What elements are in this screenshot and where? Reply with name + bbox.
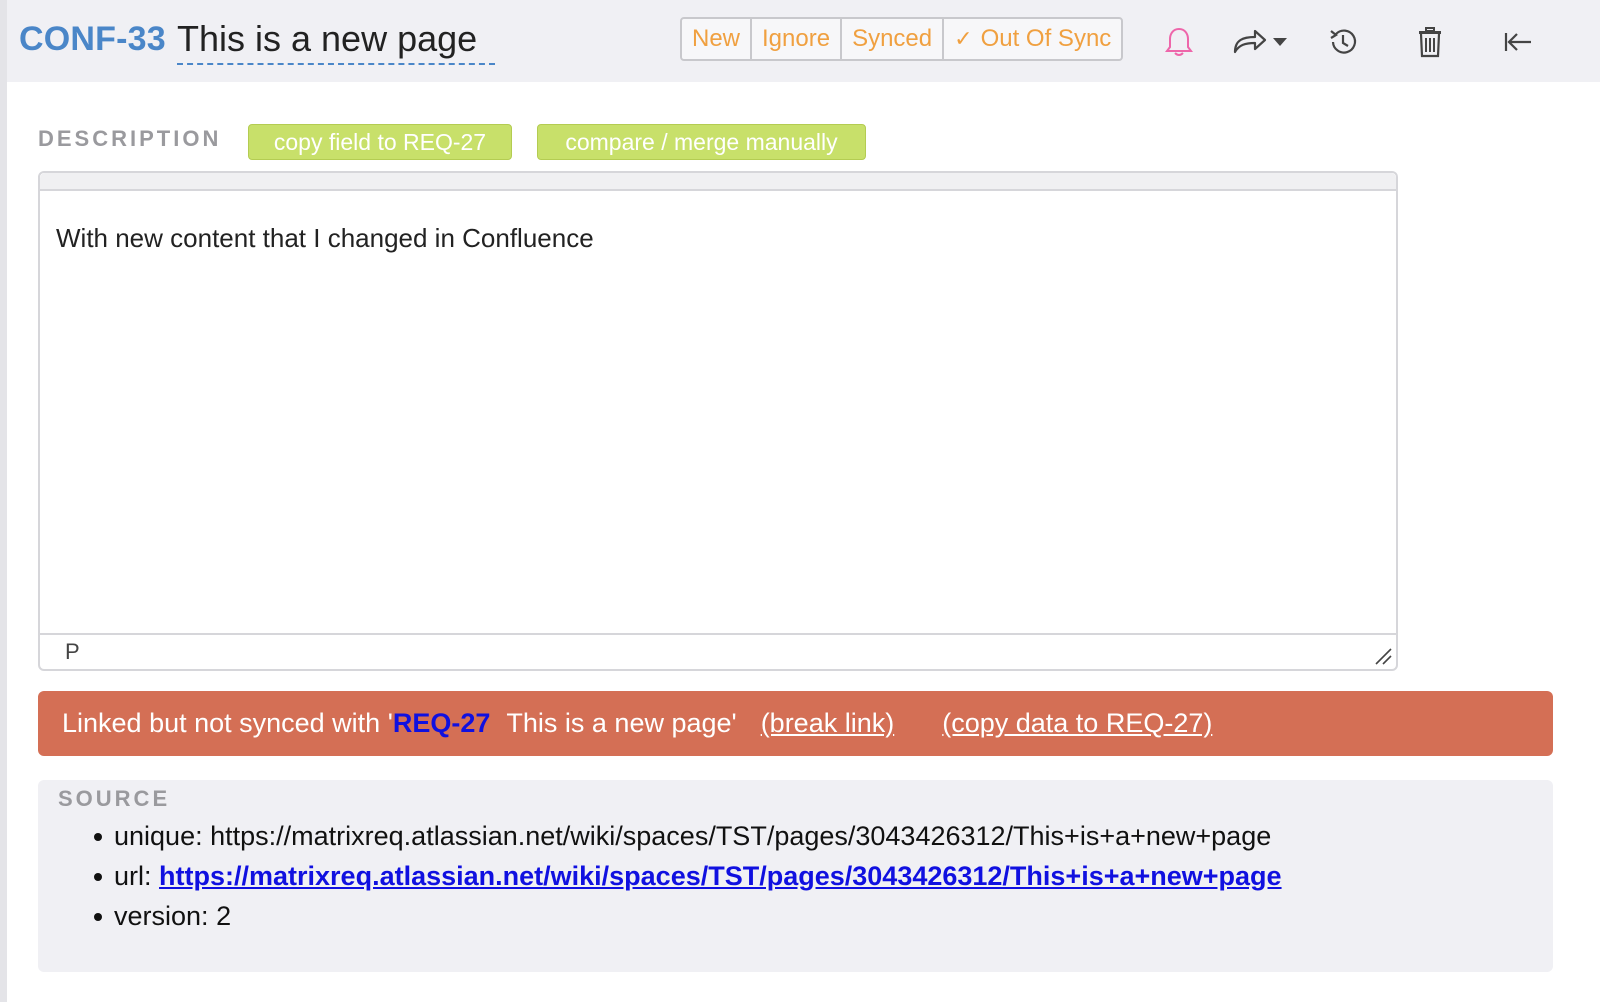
left-edge-rule xyxy=(0,0,7,1002)
sync-warning-banner: Linked but not synced with ' REQ-27 This… xyxy=(38,691,1553,756)
editor-toolbar xyxy=(40,173,1396,191)
break-link-link[interactable]: (break link) xyxy=(761,708,895,739)
editor-content[interactable]: With new content that I changed in Confl… xyxy=(56,223,1380,254)
item-id: CONF-33 xyxy=(19,20,166,58)
status-ignore-button[interactable]: Ignore xyxy=(752,19,843,59)
banner-req-title: This is a new page' xyxy=(506,708,737,738)
banner-prefix: Linked but not synced with ' xyxy=(62,708,393,738)
status-ignore-label: Ignore xyxy=(762,25,831,52)
compare-merge-button[interactable]: compare / merge manually xyxy=(537,124,866,160)
trash-icon[interactable] xyxy=(1410,22,1450,62)
check-icon: ✓ xyxy=(954,26,973,51)
status-out-of-sync-label: Out Of Sync xyxy=(980,25,1112,52)
status-out-of-sync-button[interactable]: ✓ Out Of Sync xyxy=(944,19,1121,59)
editor-element-path[interactable]: P xyxy=(65,639,80,665)
source-url-label: url: xyxy=(114,861,152,891)
sync-status-group: New Ignore Synced ✓ Out Of Sync xyxy=(680,17,1124,61)
source-url-item: url: https://matrixreq.atlassian.net/wik… xyxy=(94,856,1282,896)
item-title-input[interactable]: This is a new page xyxy=(177,18,495,65)
banner-req-link[interactable]: REQ-27 xyxy=(393,708,491,739)
editor-statusbar: P xyxy=(40,633,1396,669)
history-icon[interactable] xyxy=(1323,22,1363,62)
copy-field-button[interactable]: copy field to REQ-27 xyxy=(248,124,512,160)
description-label: DESCRIPTION xyxy=(38,126,222,151)
collapse-icon[interactable] xyxy=(1499,22,1539,62)
source-panel: SOURCE unique: https://matrixreq.atlassi… xyxy=(38,780,1553,972)
status-synced-button[interactable]: Synced xyxy=(842,19,945,59)
source-list: unique: https://matrixreq.atlassian.net/… xyxy=(94,816,1282,936)
status-new-button[interactable]: New xyxy=(682,19,753,59)
share-icon[interactable] xyxy=(1227,22,1297,62)
resize-handle-icon[interactable] xyxy=(1374,647,1392,665)
status-new-label: New xyxy=(692,25,741,52)
source-url-link[interactable]: https://matrixreq.atlassian.net/wiki/spa… xyxy=(159,861,1282,891)
description-editor[interactable]: With new content that I changed in Confl… xyxy=(38,171,1398,671)
source-label: SOURCE xyxy=(58,786,171,811)
item-header: CONF-33 This is a new page New Ignore Sy… xyxy=(7,0,1600,82)
source-version-label: version: xyxy=(114,901,209,931)
source-unique-item: unique: https://matrixreq.atlassian.net/… xyxy=(94,816,1282,856)
source-unique-label: unique: xyxy=(114,821,203,851)
source-unique-value: https://matrixreq.atlassian.net/wiki/spa… xyxy=(210,821,1272,851)
source-version-value: 2 xyxy=(216,901,232,931)
source-version-item: version: 2 xyxy=(94,896,1282,936)
status-synced-label: Synced xyxy=(852,25,933,52)
copy-data-link[interactable]: (copy data to REQ-27) xyxy=(942,708,1212,739)
bell-icon[interactable] xyxy=(1159,22,1199,62)
